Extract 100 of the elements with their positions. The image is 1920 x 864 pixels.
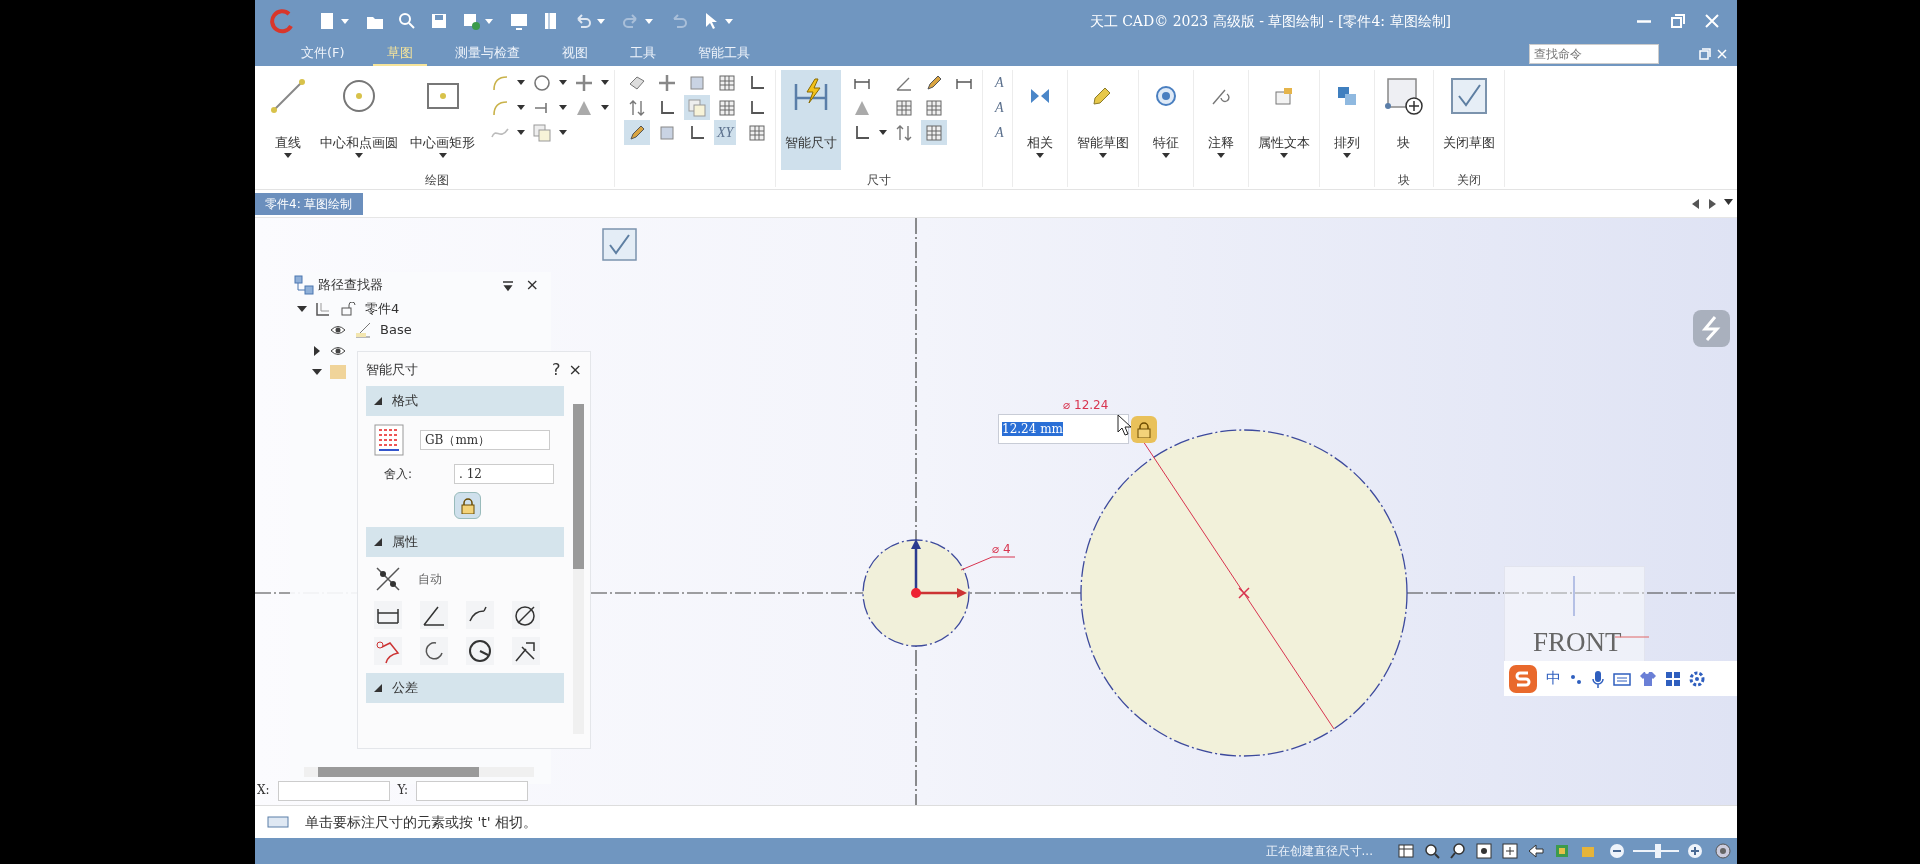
section-header[interactable]: 格式 <box>366 386 564 416</box>
magnifier-icon[interactable] <box>1449 842 1467 860</box>
dimension-input-field[interactable]: 12.24 mm <box>998 414 1129 444</box>
window-title: 天工 CAD© 2023 高级版 - 草图绘制 - [零件4: 草图绘制] <box>1089 11 1451 31</box>
cube-icon[interactable] <box>1553 842 1571 860</box>
group-label: 关闭 <box>1455 173 1482 187</box>
diameter-icon[interactable] <box>512 601 540 629</box>
color-table-icon[interactable] <box>374 424 404 456</box>
lock-open-icon <box>341 301 357 316</box>
curve-icon[interactable] <box>374 637 402 665</box>
section-header[interactable]: 属性 <box>366 527 564 557</box>
tool-button[interactable] <box>921 120 947 145</box>
dimension-label: ⌀ 12.24 <box>1063 397 1109 414</box>
ribbon-button[interactable]: 中心和点画圆 <box>316 70 402 170</box>
pin-menu-icon[interactable] <box>501 279 514 292</box>
ribbon-button[interactable]: 智能尺寸 <box>781 70 841 170</box>
tool-button[interactable]: A <box>992 95 1007 120</box>
caret-icon <box>597 19 605 24</box>
arrows-icon[interactable] <box>512 637 540 665</box>
close-icon <box>1705 14 1719 28</box>
close-button[interactable]: × <box>525 273 539 297</box>
microphone-icon[interactable] <box>1591 669 1605 688</box>
scrollbar-thumb[interactable] <box>317 767 479 777</box>
restore-icon[interactable] <box>1699 48 1711 60</box>
line-icon <box>268 76 308 116</box>
circle-icon <box>532 72 552 93</box>
ribbon-button[interactable]: 相关 <box>1017 70 1062 170</box>
right-arrow-icon[interactable] <box>1708 198 1716 209</box>
close-icon[interactable] <box>1717 49 1727 59</box>
slider-thumb[interactable] <box>1655 844 1661 858</box>
circle-shape[interactable] <box>862 539 970 647</box>
settings-icon[interactable] <box>1715 843 1731 859</box>
monitor-icon[interactable] <box>509 11 529 31</box>
input-mode-toggle[interactable]: 中 <box>1546 667 1561 690</box>
expand-arrow-icon[interactable] <box>312 345 322 356</box>
save-icon[interactable] <box>429 11 449 31</box>
auto-dimension-icon[interactable] <box>374 565 402 593</box>
group-label: 块 <box>1396 173 1411 187</box>
zoom-in-icon[interactable] <box>1687 843 1703 859</box>
field-label: 舍入: <box>384 466 414 483</box>
restore-icon <box>1671 14 1685 28</box>
panel-title: 路径查找器 <box>318 276 383 295</box>
coordinate-field[interactable] <box>416 781 529 801</box>
lock-button[interactable] <box>1131 416 1157 443</box>
tool-button[interactable]: XY <box>714 120 737 145</box>
section-header[interactable]: 公差 <box>366 673 564 703</box>
rounding-select[interactable]: . 12 <box>454 464 554 484</box>
help-button[interactable]: ? <box>552 358 561 382</box>
close-button[interactable]: × <box>568 358 582 382</box>
style-select[interactable]: GB（mm） <box>420 430 550 450</box>
ribbon-button[interactable]: 属性文本 <box>1253 70 1314 170</box>
ribbon-button[interactable]: 特征 <box>1143 70 1188 170</box>
grid-icon[interactable] <box>1665 670 1681 687</box>
dimension-icon[interactable] <box>374 601 402 629</box>
grid-icon <box>894 97 914 118</box>
sketch-canvas[interactable]: ⌀ 4 ⌀ 12.24 12.24 mm FRONT 中 路径查找器 × 零件4 Base 智能尺寸 ? × 格式 GB（mm） 舍入: . 12 属性 自动 公差 X: Y: <box>255 218 1737 805</box>
save-as-icon[interactable] <box>461 11 481 31</box>
zigzag-icon[interactable] <box>1692 309 1731 348</box>
tree-item[interactable]: Base <box>380 319 412 340</box>
ribbon-button[interactable]: 智能草图 <box>1072 70 1133 170</box>
collapse-arrow-icon[interactable] <box>297 303 307 314</box>
cross-icon <box>574 72 594 93</box>
left-arrow-icon[interactable] <box>1692 198 1700 209</box>
scrollbar-thumb[interactable] <box>573 404 584 569</box>
coordinate-field[interactable] <box>277 781 390 801</box>
ribbon-button[interactable]: 块 <box>1379 70 1428 170</box>
collapse-arrow-icon[interactable] <box>312 366 322 377</box>
mode-label: 自动 <box>418 571 442 588</box>
pie-icon[interactable] <box>466 637 494 665</box>
keyboard-icon[interactable] <box>1613 671 1631 686</box>
caret-icon[interactable] <box>1724 198 1733 205</box>
tool-button[interactable]: A <box>992 120 1007 145</box>
tree-item[interactable]: 零件4 <box>365 298 400 319</box>
command-search-field[interactable]: 查找命令 <box>1529 44 1659 64</box>
table-icon[interactable] <box>1397 842 1415 860</box>
ribbon-button[interactable]: 注释 <box>1198 70 1243 170</box>
lock-button[interactable] <box>454 492 481 519</box>
shirt-icon[interactable] <box>1639 670 1657 687</box>
tool-button[interactable] <box>624 120 650 145</box>
magnifier-icon[interactable] <box>1423 842 1441 860</box>
origin-axes-drawing <box>911 539 967 598</box>
ribbon-button[interactable]: 中心画矩形 <box>406 70 479 170</box>
arrow-left-icon[interactable] <box>1527 842 1545 860</box>
ribbon-button[interactable]: 排列 <box>1324 70 1369 170</box>
plane-icon <box>354 320 372 339</box>
radius-icon[interactable] <box>466 601 494 629</box>
zoom-out-icon[interactable] <box>1609 843 1625 859</box>
ribbon-button[interactable]: 关闭草图 <box>1438 70 1499 170</box>
angle-icon[interactable] <box>420 601 448 629</box>
prompt-text: 单击要标注尺寸的元素或按 't' 相切。 <box>305 812 538 832</box>
tool-button[interactable]: A <box>992 70 1007 95</box>
check-icon[interactable] <box>602 228 637 261</box>
ribbon-button[interactable]: 直线 <box>264 70 312 170</box>
cursor-icon <box>1117 414 1133 436</box>
grid-icon <box>747 122 767 143</box>
settings-icon[interactable] <box>1689 670 1705 687</box>
caret-icon <box>341 19 349 24</box>
frame-icon[interactable] <box>1501 842 1519 860</box>
fit-view-icon[interactable] <box>1475 842 1493 860</box>
s-logo-icon[interactable] <box>1508 663 1538 694</box>
